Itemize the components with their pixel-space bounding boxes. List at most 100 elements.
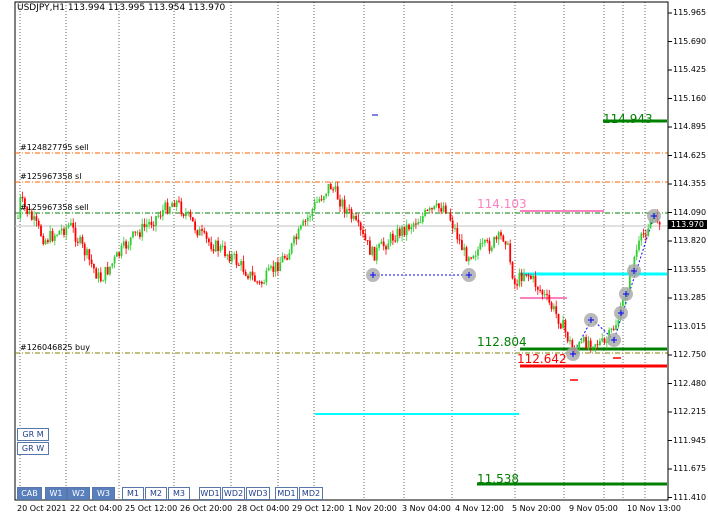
candle-body [463,247,466,251]
candle-body [525,273,528,276]
candle-body [504,241,507,245]
price-tick-label: 114.090 [673,207,707,217]
candle-body [357,219,360,223]
candle-body [658,222,661,225]
candle-body [237,264,240,266]
order-label-sell-1[interactable]: #124827795 sell [20,143,89,152]
price-tick-label: 113.285 [673,293,707,302]
candle-body [329,183,332,190]
candle-body [127,245,130,249]
candle-body [534,275,537,287]
chart-title: USDJPY,H1 113.994 113.995 113.954 113.97… [17,3,226,13]
candle-body [286,257,288,260]
candle-body [417,222,420,225]
candle-body [76,241,79,243]
candle-body [454,227,456,229]
candle-body [102,280,104,282]
timeframe-button-w2[interactable]: W2 [67,487,90,500]
candle-body [555,306,558,314]
candle-body [166,202,169,214]
gr-w-button[interactable]: GR W [17,442,49,455]
candle-body [97,272,100,279]
timeframe-button-cab[interactable]: CAB [17,487,42,500]
candle-body [208,238,210,243]
candle-body [511,262,514,279]
candle-body [408,224,410,230]
candle-body [263,282,265,284]
candle-body [155,216,157,226]
candle-body [63,228,65,235]
time-tick-label: 9 Nov 05:00 [569,504,618,513]
candle-body [104,266,107,281]
candle-body [300,225,302,229]
candle-body [615,325,617,330]
price-tick-label: 115.160 [673,93,707,103]
candle-body [647,228,650,236]
candle-body [520,272,523,281]
candle-body [412,223,415,227]
candle-body [129,237,132,246]
candle-body [293,236,295,244]
candle-body [465,247,468,262]
timeframe-button-w3[interactable]: W3 [92,487,115,500]
gr-m-button[interactable]: GR M [17,428,49,441]
candle-body [173,202,176,207]
timeframe-button-m2[interactable]: M2 [145,487,167,500]
candle-body [447,212,449,214]
candle-body [180,201,183,215]
order-label-buy[interactable]: #126046825 buy [20,343,90,352]
candle-body [596,344,599,346]
timeframe-button-md2[interactable]: MD2 [299,487,323,500]
time-tick-label: 4 Nov 12:00 [455,504,504,513]
candle-body [582,337,585,342]
timeframe-button-wd1[interactable]: WD1 [199,487,221,500]
candle-body [359,222,362,231]
candle-body [362,230,364,234]
candle-body [49,230,52,243]
candle-body [113,256,116,264]
price-tick-label: 111.410 [673,492,707,502]
timeframe-button-w1[interactable]: W1 [45,487,67,500]
chart-window[interactable]: USDJPY,H1 113.994 113.995 113.954 113.97… [0,0,708,520]
candle-body [290,243,293,254]
time-tick-label: 3 Nov 04:00 [402,504,451,513]
candle-body [116,252,118,257]
candle-body [212,249,215,252]
candle-body [70,222,72,226]
timeframe-button-m3[interactable]: M3 [168,487,190,500]
timeframe-button-m1[interactable]: M1 [122,487,144,500]
timeframe-button-wd3[interactable]: WD3 [246,487,270,500]
candle-body [164,202,167,210]
candle-body [500,232,502,236]
candle-body [546,294,548,296]
candle-body [219,246,222,251]
candle-body [74,227,77,242]
candle-body [157,215,160,217]
candle-body [187,211,190,214]
order-label-sl[interactable]: #125967358 sl [20,172,81,181]
candle-body [122,241,125,246]
timeframe-button-md1[interactable]: MD1 [275,487,298,500]
candle-body [145,224,148,228]
candle-body [136,232,139,234]
candle-body [410,226,413,230]
candle-body [233,253,236,255]
candle-body [111,263,114,267]
candle-body [435,203,438,206]
candle-body [83,243,86,256]
candle-body [51,230,54,241]
candle-body [279,262,282,272]
candle-body [592,346,594,348]
candle-body [44,240,47,245]
price-tick-label: 113.820 [673,236,707,245]
price-tick-label: 115.965 [673,8,707,17]
timeframe-button-wd2[interactable]: WD2 [222,487,245,500]
candle-body [472,255,475,259]
candle-body [539,289,541,291]
candle-body [251,271,254,276]
candle-body [343,199,346,213]
price-chart[interactable] [0,0,708,520]
order-label-sell-2[interactable]: #125967358 sell [20,203,89,212]
candle-body [405,224,408,236]
candle-body [355,215,357,220]
